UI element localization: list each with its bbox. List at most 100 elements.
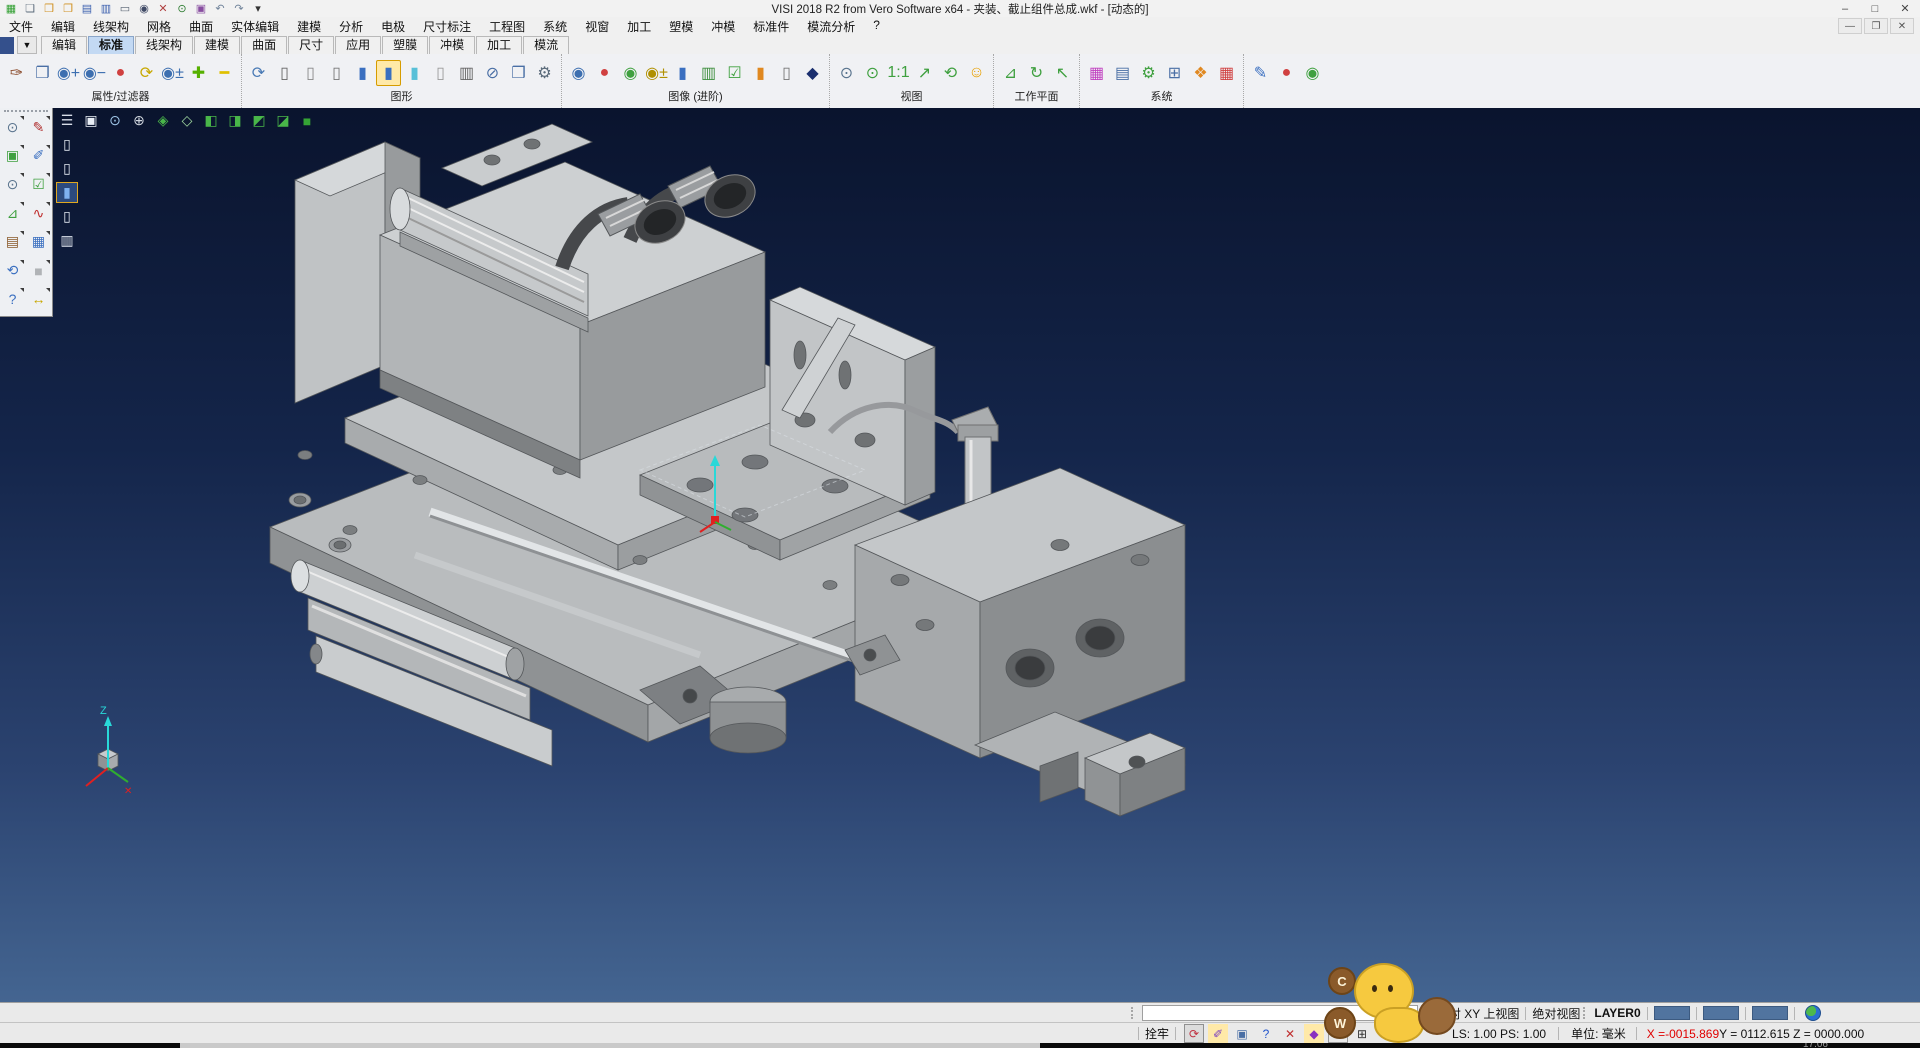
wireframe-mode-icon[interactable]: ▯	[56, 134, 78, 155]
options-gear-icon[interactable]: ⚙	[1136, 60, 1161, 86]
menu-item-solid-edit[interactable]: 实体编辑	[222, 17, 288, 36]
menu-item-surface[interactable]: 曲面	[180, 17, 222, 36]
magic-wand-icon[interactable]: ✐	[1208, 1024, 1228, 1043]
striped-cylinder-icon[interactable]: ▥	[454, 60, 479, 86]
close-button[interactable]: ✕	[1890, 1, 1920, 17]
ribbon-tab[interactable]: 建模	[194, 36, 240, 54]
menu-item-die[interactable]: 冲模	[702, 17, 744, 36]
menu-item-analysis[interactable]: 分析	[330, 17, 372, 36]
menu-item-drawing[interactable]: 工程图	[480, 17, 534, 36]
save-icon[interactable]: ▤	[79, 2, 95, 16]
translucent-cylinder-icon[interactable]: ▮	[402, 60, 427, 86]
open-folder-icon[interactable]: ❒	[41, 2, 57, 16]
render-smiley-icon[interactable]: ☺	[964, 60, 989, 86]
absolute-view-label[interactable]: 绝对视图	[1532, 1005, 1580, 1022]
window-grid-icon[interactable]: ▦	[27, 231, 50, 253]
hidden-line-cylinder-icon[interactable]: ▯	[298, 60, 323, 86]
workplane-align-icon[interactable]: ⊿	[998, 60, 1023, 86]
hide-all-icon[interactable]: ━	[212, 60, 237, 86]
snap-box-icon[interactable]: ▣	[1232, 1024, 1252, 1043]
save-as-icon[interactable]: ▥	[98, 2, 114, 16]
measure-icon[interactable]: ↔	[27, 288, 50, 310]
grey-cube-icon[interactable]: ■	[27, 260, 50, 282]
copy-graphics-icon[interactable]: ❒	[506, 60, 531, 86]
hand-select-icon[interactable]: ❖	[1188, 60, 1213, 86]
back-view-icon[interactable]: ◪	[272, 110, 294, 131]
grid-settings-icon[interactable]: ▦	[1214, 60, 1239, 86]
attribute-copy-icon[interactable]: ❐	[30, 60, 55, 86]
axis-triad-icon[interactable]: ⊕	[128, 110, 150, 131]
mdi-minimize-button[interactable]: —	[1838, 18, 1862, 34]
view-arrow-icon[interactable]: ↗	[912, 60, 937, 86]
traffic-filter-icon[interactable]: ●	[1274, 60, 1299, 86]
menu-item-system[interactable]: 系统	[534, 17, 576, 36]
delete-icon[interactable]: ✕	[155, 2, 171, 16]
hide-entities-icon[interactable]: ◉−	[82, 60, 107, 86]
toggle-visibility-icon[interactable]: ◉±	[160, 60, 185, 86]
workplane-rotate-icon[interactable]: ↻	[1024, 60, 1049, 86]
spline-icon[interactable]: ∿	[27, 202, 50, 224]
wireframe-image-icon[interactable]: ▯	[774, 60, 799, 86]
shaded-wire-cylinder-icon[interactable]: ▮	[350, 60, 375, 86]
ribbon-tab[interactable]: 尺寸	[288, 36, 334, 54]
shaded-mode-icon[interactable]: ▮	[56, 182, 78, 203]
glove-icon[interactable]: ❖	[1328, 1024, 1348, 1043]
tabbar-dropdown-caret[interactable]: ▼	[17, 36, 37, 54]
iso-view-icon[interactable]: ◈	[152, 110, 174, 131]
new-document-icon[interactable]: ❏	[22, 2, 38, 16]
actual-size-icon[interactable]: 1:1	[886, 60, 911, 86]
eye-refresh-icon[interactable]: ◉	[618, 60, 643, 86]
dashed-cylinder-icon[interactable]: ▯	[324, 60, 349, 86]
shaded-edges-mode-icon[interactable]: ▯	[56, 206, 78, 227]
mdi-restore-button[interactable]: ❐	[1864, 18, 1888, 34]
search-input[interactable]	[1142, 1005, 1418, 1021]
ucs-cube-icon[interactable]: ◆	[1304, 1024, 1324, 1043]
sketch-erase-icon[interactable]: ✎	[27, 116, 50, 138]
snap-settings-icon[interactable]: ◉	[1300, 60, 1325, 86]
top-view-icon[interactable]: ◩	[248, 110, 270, 131]
menu-item-mesh[interactable]: 网格	[138, 17, 180, 36]
wireframe-cylinder-icon[interactable]: ▯	[272, 60, 297, 86]
pan-view-icon[interactable]: ⊙	[1, 116, 24, 138]
right-view-icon[interactable]: ◨	[224, 110, 246, 131]
viewport-3d[interactable]: Z ✕ ☰▣⊙⊕◈◇◧◨◩◪■ ▯▯▮▯▥ ⊙✎▣✐⊙☑⊿∿▤▦⟲■?↔	[0, 108, 1920, 1002]
delete-graphics-icon[interactable]: ⊘	[480, 60, 505, 86]
open-recent-icon[interactable]: ❐	[60, 2, 76, 16]
color-palette-icon[interactable]: ▦	[1084, 60, 1109, 86]
select-window-icon[interactable]: ▣	[1, 145, 24, 167]
highlight-image-icon[interactable]: ▮	[748, 60, 773, 86]
menu-item-electrode[interactable]: 电极	[372, 17, 414, 36]
report-window-icon[interactable]: ▤	[1110, 60, 1135, 86]
layers-books-icon[interactable]: ▤	[1, 231, 24, 253]
menu-item-machining[interactable]: 加工	[618, 17, 660, 36]
menu-item-dimension[interactable]: 尺寸标注	[414, 17, 480, 36]
view-mode-label[interactable]: 绝对 XY 上视图	[1437, 1005, 1519, 1022]
menu-item-moldflow[interactable]: 模流分析	[798, 17, 864, 36]
undo-icon[interactable]: ↶	[212, 2, 228, 16]
globe-icon[interactable]	[1805, 1005, 1821, 1021]
ribbon-tab[interactable]: 塑膜	[382, 36, 428, 54]
help-icon[interactable]: ?	[1, 288, 24, 310]
zoom-solids-icon[interactable]: ⊙	[1, 173, 24, 195]
autosave-refresh-icon[interactable]: ⟳	[1184, 1024, 1204, 1043]
shaded-cylinder-icon[interactable]: ▮	[376, 60, 401, 86]
analysis-mode-icon[interactable]: ▥	[56, 230, 78, 251]
menu-item-modeling[interactable]: 建模	[288, 17, 330, 36]
ribbon-tab[interactable]: 加工	[476, 36, 522, 54]
wireframe-view-icon[interactable]: ◇	[176, 110, 198, 131]
status-block-2[interactable]	[1703, 1006, 1739, 1020]
minimize-button[interactable]: –	[1830, 1, 1860, 17]
menu-item-standard-parts[interactable]: 标准件	[744, 17, 798, 36]
menu-item-file[interactable]: 文件	[0, 17, 42, 36]
table-settings-icon[interactable]: ⊞	[1162, 60, 1187, 86]
refresh-visibility-icon[interactable]: ⟳	[134, 60, 159, 86]
striped-image-icon[interactable]: ▥	[696, 60, 721, 86]
app-logo-icon[interactable]: ▦	[3, 2, 19, 16]
lock-label[interactable]: 拴牢	[1145, 1025, 1169, 1042]
graphics-settings-icon[interactable]: ⚙	[532, 60, 557, 86]
eye-plus-minus-icon[interactable]: ◉±	[644, 60, 669, 86]
show-all-icon[interactable]: ✚	[186, 60, 211, 86]
front-view-icon[interactable]: ◧	[200, 110, 222, 131]
maximize-button[interactable]: □	[1860, 1, 1890, 17]
active-layer-label[interactable]: LAYER0	[1594, 1006, 1640, 1020]
